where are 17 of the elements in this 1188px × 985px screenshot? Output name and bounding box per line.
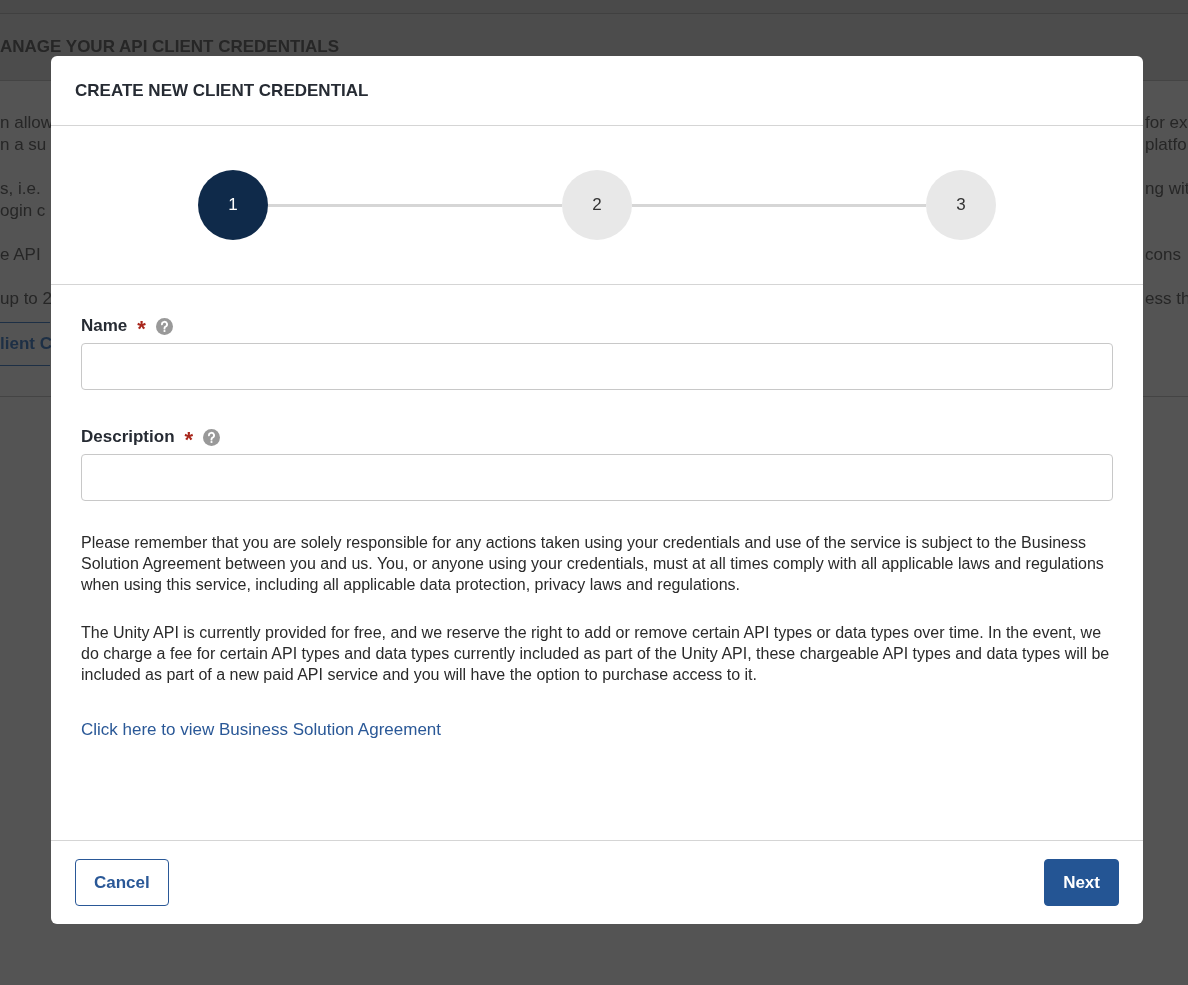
field-label: Description xyxy=(81,427,175,447)
help-icon[interactable] xyxy=(155,317,173,335)
dialog-title: CREATE NEW CLIENT CREDENTIAL xyxy=(75,80,369,101)
notice-paragraph: Please remember that you are solely responsible for any actions taken using your credentials and use of the service is subject to the Business Solution Agreement between you and us. You, or anyone using your credentials, must at all times comply with all applicable laws and regulations when using this service, including all applicable data protection, privacy laws and regulations. xyxy=(81,533,1105,595)
next-button[interactable]: Next xyxy=(1044,859,1119,906)
text-input[interactable] xyxy=(81,343,1113,390)
step-indicator: 3 xyxy=(926,170,996,240)
step-indicator: 1 xyxy=(198,170,268,240)
agreement-link[interactable]: Click here to view Business Solution Agreement xyxy=(81,720,441,740)
text-input[interactable] xyxy=(81,454,1113,501)
help-icon[interactable] xyxy=(203,428,221,446)
cancel-button[interactable]: Cancel xyxy=(75,859,169,906)
field-label: Name xyxy=(81,316,128,336)
notice-paragraph: The Unity API is currently provided for free, and we reserve the right to add or remove certain API types or data types over time. In the event, we do charge a fee for certain API types and data types currently included as part of the Unity API, these chargeable API types and data types will be included as part of a new paid API service and you will have the option to purchase access to it. xyxy=(81,623,1111,685)
required-mark: * xyxy=(137,318,146,340)
required-mark: * xyxy=(184,429,194,451)
step-indicator: 2 xyxy=(562,170,632,240)
